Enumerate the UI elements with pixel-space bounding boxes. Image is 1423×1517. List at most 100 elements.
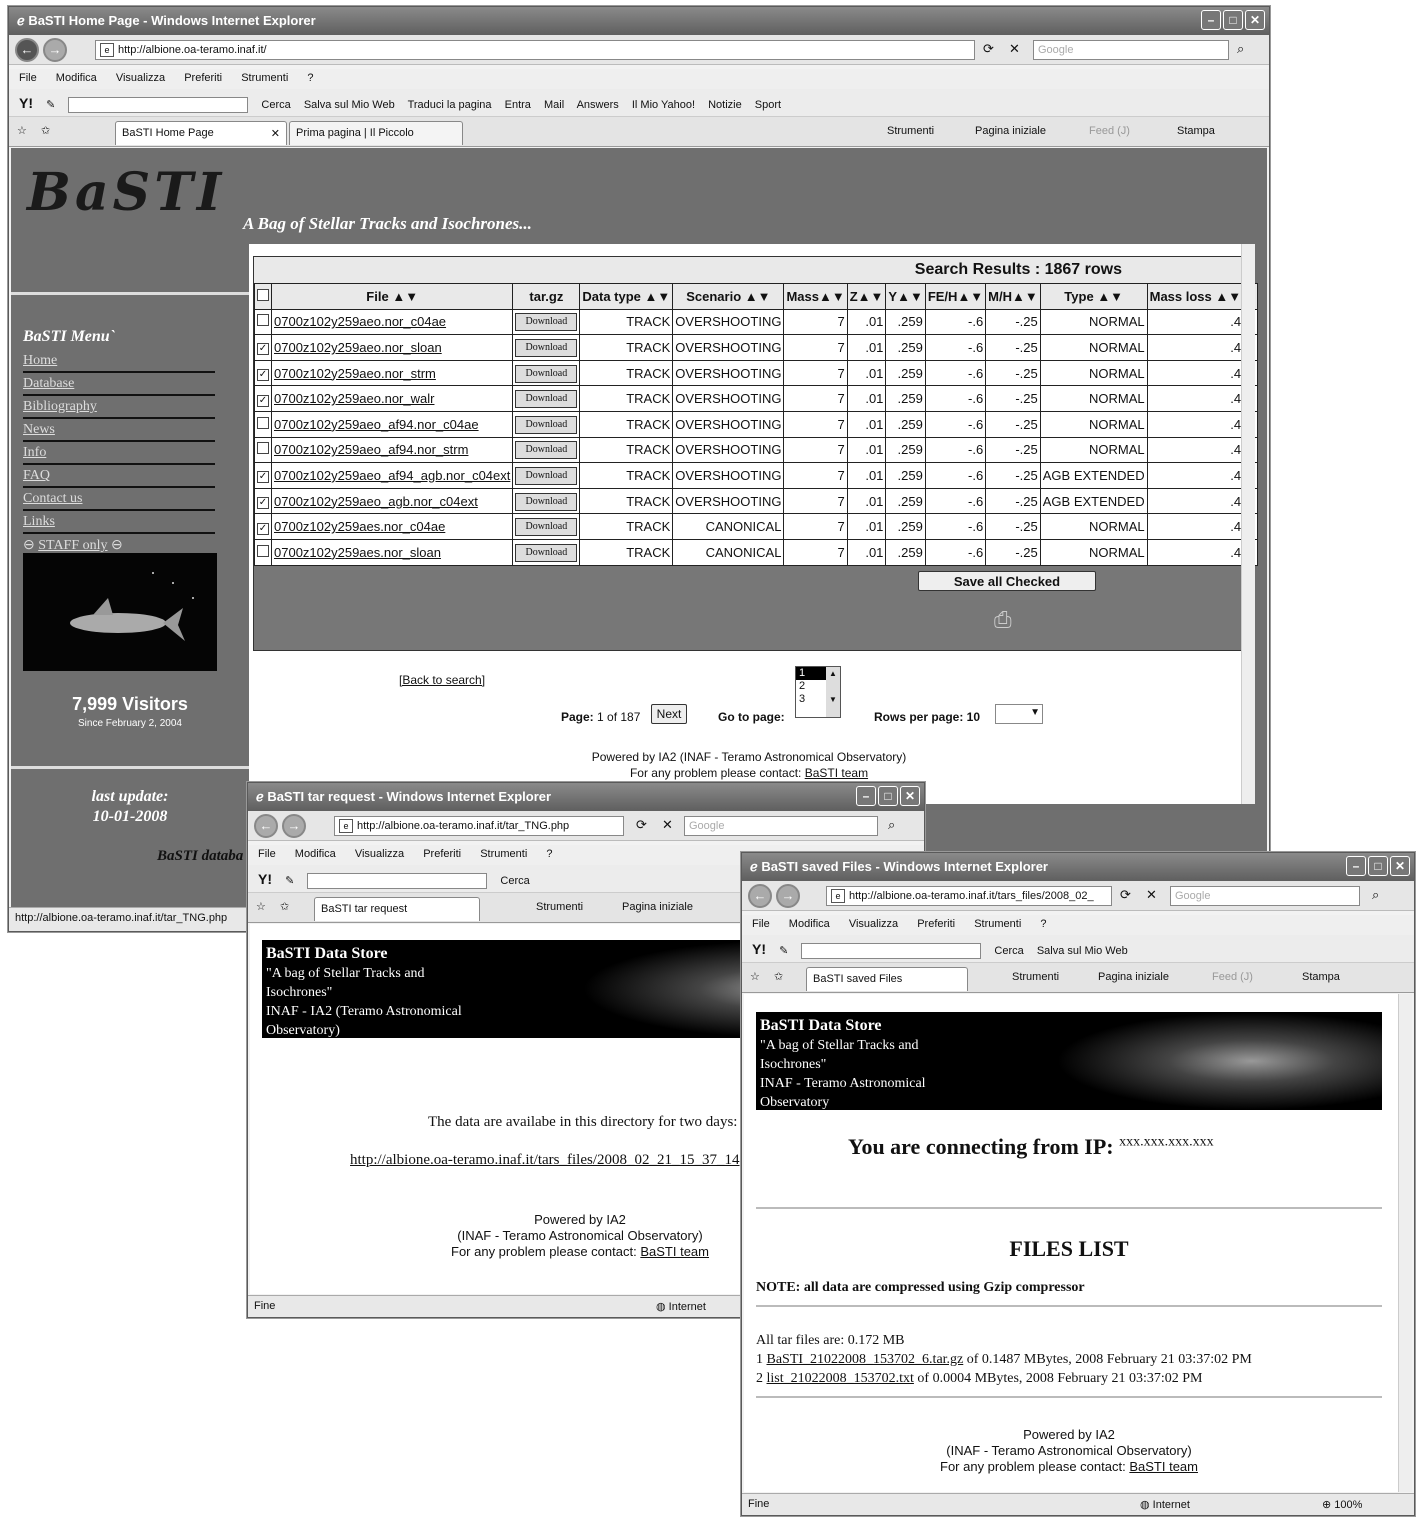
cmd-print[interactable]: Stampa bbox=[1302, 971, 1340, 983]
maximize-button[interactable]: □ bbox=[1368, 856, 1388, 876]
menu-tools[interactable]: Strumenti bbox=[974, 918, 1021, 930]
forward-button[interactable]: → bbox=[282, 814, 306, 838]
file-link[interactable]: 0700z102y259aeo_af94_agb.nor_c04ext bbox=[274, 468, 510, 483]
download-button[interactable]: Download bbox=[515, 492, 578, 511]
menu-edit[interactable]: Modifica bbox=[295, 848, 336, 860]
toolbar-salva[interactable]: Salva sul Mio Web bbox=[1037, 945, 1128, 957]
menu-view[interactable]: Visualizza bbox=[849, 918, 898, 930]
cmd-home[interactable]: Pagina iniziale bbox=[622, 901, 693, 913]
back-button[interactable]: ← bbox=[15, 38, 39, 62]
close-button[interactable]: ✕ bbox=[1390, 856, 1410, 876]
title-bar[interactable]: ℯ BaSTI tar request - Windows Internet E… bbox=[248, 783, 924, 811]
row-checkbox[interactable]: ✓ bbox=[257, 497, 269, 510]
yahoo-logo-icon[interactable]: Y! bbox=[258, 871, 272, 887]
cmd-strumenti[interactable]: Strumenti bbox=[887, 125, 934, 137]
file-link[interactable]: 0700z102y259aeo_af94.nor_strm bbox=[274, 442, 468, 457]
add-favorites-icon[interactable]: ✩ bbox=[774, 970, 783, 983]
toolbar-notizie[interactable]: Notizie bbox=[708, 99, 742, 111]
close-button[interactable]: ✕ bbox=[1245, 10, 1265, 30]
toolbar-cerca[interactable]: Cerca bbox=[261, 99, 290, 111]
tab-close-icon[interactable]: ✕ bbox=[271, 127, 280, 140]
menu-edit[interactable]: Modifica bbox=[56, 72, 97, 84]
zoom-level[interactable]: ⊕ 100% bbox=[1322, 1498, 1362, 1511]
cmd-home[interactable]: Pagina iniziale bbox=[975, 125, 1046, 137]
file-link[interactable]: 0700z102y259aes.nor_c04ae bbox=[274, 519, 445, 534]
sort-icon[interactable]: ▲▼ bbox=[392, 289, 418, 304]
menu-help[interactable]: ? bbox=[546, 848, 552, 860]
yahoo-search-input[interactable] bbox=[307, 873, 488, 890]
toolbar-sport[interactable]: Sport bbox=[755, 99, 781, 111]
sort-icon[interactable]: ▲▼ bbox=[858, 289, 884, 304]
col-y[interactable]: Y▲▼ bbox=[885, 283, 926, 310]
col-mh[interactable]: M/H▲▼ bbox=[985, 283, 1041, 310]
row-checkbox[interactable]: ✓ bbox=[257, 369, 269, 382]
row-checkbox[interactable]: ✓ bbox=[257, 471, 269, 484]
row-checkbox[interactable] bbox=[257, 442, 269, 455]
print-icon[interactable]: ⎙ bbox=[994, 607, 1012, 633]
save-all-checked-button[interactable]: Save all Checked bbox=[918, 571, 1096, 591]
address-field[interactable]: e http://albione.oa-teramo.inaf.it/tar_TN… bbox=[334, 816, 624, 836]
nav-faq[interactable]: FAQ bbox=[23, 466, 215, 488]
sort-icon[interactable]: ▲▼ bbox=[1012, 289, 1038, 304]
toolbar-salva[interactable]: Salva sul Mio Web bbox=[304, 99, 395, 111]
minimize-button[interactable]: – bbox=[1346, 856, 1366, 876]
file-link[interactable]: BaSTI_21022008_153702_6.tar.gz bbox=[767, 1352, 964, 1367]
search-input[interactable]: Google bbox=[684, 816, 878, 836]
menu-tools[interactable]: Strumenti bbox=[241, 72, 288, 84]
back-button[interactable]: ← bbox=[748, 884, 772, 908]
sort-icon[interactable]: ▲▼ bbox=[745, 289, 771, 304]
rows-per-page-select[interactable]: ▼ bbox=[995, 704, 1043, 724]
directory-link[interactable]: http://albione.oa-teramo.inaf.it/tars_fi… bbox=[350, 1152, 740, 1169]
tab-tar-request[interactable]: BaSTI tar request bbox=[314, 897, 480, 921]
sort-icon[interactable]: ▲▼ bbox=[957, 289, 983, 304]
forward-button[interactable]: → bbox=[776, 884, 800, 908]
nav-bibliography[interactable]: Bibliography bbox=[23, 397, 215, 419]
toolbar-cerca[interactable]: Cerca bbox=[500, 875, 529, 887]
download-button[interactable]: Download bbox=[515, 364, 578, 383]
menu-file[interactable]: File bbox=[752, 918, 770, 930]
contact-link[interactable]: BaSTI team bbox=[805, 766, 868, 780]
menu-favorites[interactable]: Preferiti bbox=[917, 918, 955, 930]
toolbar-entra[interactable]: Entra bbox=[505, 99, 531, 111]
select-all-checkbox[interactable] bbox=[254, 283, 272, 310]
nav-links[interactable]: Links bbox=[23, 512, 215, 534]
search-input[interactable]: Google bbox=[1033, 40, 1229, 60]
toolbar-answers[interactable]: Answers bbox=[577, 99, 619, 111]
sort-icon[interactable]: ▲▼ bbox=[1097, 289, 1123, 304]
sort-icon[interactable]: ▲▼ bbox=[897, 289, 923, 304]
row-checkbox[interactable]: ✓ bbox=[257, 343, 269, 356]
search-icon[interactable]: ⌕ bbox=[888, 817, 895, 833]
favorites-star-icon[interactable]: ☆ bbox=[750, 970, 760, 983]
cmd-feed[interactable]: Feed (J) bbox=[1212, 971, 1253, 983]
download-button[interactable]: Download bbox=[515, 441, 578, 460]
maximize-button[interactable]: □ bbox=[878, 786, 898, 806]
toolbar-traduci[interactable]: Traduci la pagina bbox=[408, 99, 492, 111]
row-checkbox[interactable]: ✓ bbox=[257, 394, 269, 407]
download-button[interactable]: Download bbox=[515, 518, 578, 537]
address-field[interactable]: e http://albione.oa-teramo.inaf.it/tars_f… bbox=[826, 886, 1112, 906]
stop-icon[interactable]: ✕ bbox=[1009, 41, 1020, 57]
sort-icon[interactable]: ▲▼ bbox=[819, 289, 845, 304]
download-button[interactable]: Download bbox=[515, 466, 578, 485]
nav-info[interactable]: Info bbox=[23, 443, 215, 465]
pencil-icon[interactable]: ✎ bbox=[285, 875, 294, 887]
favorites-star-icon[interactable]: ☆ bbox=[17, 124, 27, 137]
back-button[interactable]: ← bbox=[254, 814, 278, 838]
download-button[interactable]: Download bbox=[515, 415, 578, 434]
close-button[interactable]: ✕ bbox=[900, 786, 920, 806]
col-datatype[interactable]: Data type ▲▼ bbox=[579, 283, 674, 310]
toolbar-myyahoo[interactable]: Il Mio Yahoo! bbox=[632, 99, 695, 111]
file-link[interactable]: 0700z102y259aeo.nor_sloan bbox=[274, 340, 442, 355]
vertical-scrollbar[interactable] bbox=[1398, 994, 1412, 1492]
col-scenario[interactable]: Scenario ▲▼ bbox=[672, 283, 785, 310]
col-massloss[interactable]: Mass loss ▲▼ bbox=[1146, 283, 1245, 310]
contact-link[interactable]: BaSTI team bbox=[1129, 1459, 1198, 1474]
stop-icon[interactable]: ✕ bbox=[662, 817, 673, 833]
col-mass[interactable]: Mass▲▼ bbox=[783, 283, 848, 310]
col-z[interactable]: Z▲▼ bbox=[846, 283, 887, 310]
sort-icon[interactable]: ▲▼ bbox=[1215, 289, 1241, 304]
nav-home[interactable]: Home bbox=[23, 351, 215, 373]
search-input[interactable]: Google bbox=[1170, 886, 1360, 906]
file-link[interactable]: list_21022008_153702.txt bbox=[767, 1371, 914, 1386]
refresh-icon[interactable]: ⟳ bbox=[1120, 887, 1131, 903]
